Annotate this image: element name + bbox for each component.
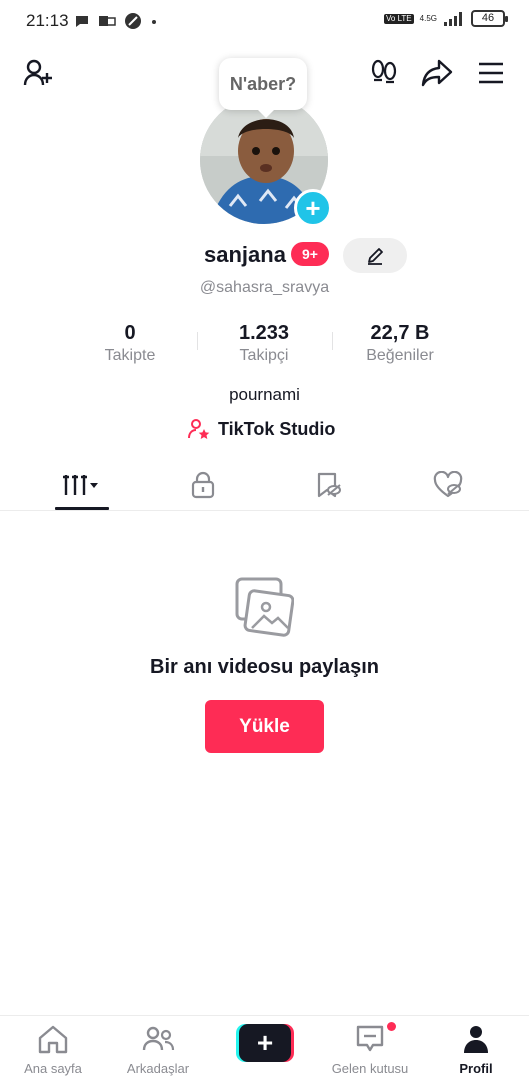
status-notification-icons <box>74 12 158 30</box>
user-handle: @sahasra_sravya <box>199 279 330 296</box>
dot-icon <box>152 20 156 24</box>
status-note-text: N'aber? <box>229 73 297 94</box>
lock-icon <box>191 471 215 499</box>
footprints-button[interactable] <box>366 55 402 91</box>
status-bar: 21:13 Vo LTE 4.5G 46 <box>0 0 529 42</box>
bookmark-hidden-icon <box>317 472 341 498</box>
profile-name-row: sanjana 9+ <box>0 238 529 273</box>
edit-profile-button[interactable] <box>343 238 407 273</box>
nav-home-label: Ana sayfa <box>24 1061 82 1076</box>
footprints-icon <box>371 59 397 84</box>
stat-following[interactable]: 0 Takipte <box>60 322 200 365</box>
hamburger-menu-icon <box>479 62 503 84</box>
stat-followers-label: Takipçi <box>239 347 289 364</box>
profile-icon <box>464 1026 488 1053</box>
nav-profile-label: Profil <box>459 1061 493 1076</box>
home-icon <box>38 1025 68 1054</box>
add-friend-button[interactable] <box>20 55 56 91</box>
pencil-icon <box>368 247 383 265</box>
compass-icon <box>125 13 141 29</box>
username: sanjana <box>204 242 286 267</box>
create-plus-icon: + <box>239 1024 291 1062</box>
stat-followers-value: 1.233 <box>238 322 290 344</box>
add-story-button[interactable]: + <box>294 189 332 227</box>
stat-following-label: Takipte <box>104 347 156 364</box>
video-grid-dropdown-icon <box>63 475 98 495</box>
nav-home[interactable]: Ana sayfa <box>3 1024 103 1076</box>
add-user-icon <box>23 59 52 86</box>
nav-friends-label: Arkadaşlar <box>126 1061 190 1076</box>
volte-icon: Vo LTE <box>384 13 414 24</box>
menu-button[interactable] <box>473 55 509 91</box>
stat-following-value: 0 <box>124 322 136 344</box>
tab-private[interactable] <box>137 460 269 510</box>
battery-icon: 46 <box>471 10 508 27</box>
bottom-nav: Ana sayfa Arkadaşlar + Gelen kutusu Prof… <box>0 1015 529 1080</box>
profile-stats: 0 Takipte 1.233 Takipçi 22,7 B Beğeniler <box>60 322 480 372</box>
studio-label: TikTok Studio <box>218 418 336 439</box>
notification-badge[interactable]: 9+ <box>291 242 329 266</box>
content-tabs <box>0 460 529 511</box>
empty-state-title: Bir anı videosu paylaşın <box>150 656 379 678</box>
nav-friends[interactable]: Arkadaşlar <box>108 1024 208 1076</box>
photo-placeholder-icon <box>234 576 295 643</box>
chat-bubble-icon <box>76 16 88 27</box>
status-right: Vo LTE 4.5G 46 <box>384 10 508 27</box>
network-type: 4.5G <box>419 14 437 23</box>
stat-followers[interactable]: 1.233 Takipçi <box>194 322 334 365</box>
tiktok-studio-link[interactable]: TikTok Studio <box>188 418 335 440</box>
stat-likes-value: 22,7 B <box>370 322 430 344</box>
signal-icon <box>444 11 462 26</box>
create-button[interactable]: + <box>236 1024 294 1062</box>
tab-saved[interactable] <box>262 460 394 510</box>
status-time: 21:13 <box>26 11 69 30</box>
stat-likes[interactable]: 22,7 B Beğeniler <box>330 322 470 365</box>
inbox-icon <box>356 1025 384 1052</box>
tab-liked[interactable] <box>382 460 514 510</box>
plus-icon: + <box>305 193 321 223</box>
profile-bio: pournami <box>229 385 300 404</box>
nav-inbox[interactable]: Gelen kutusu <box>320 1024 420 1076</box>
studio-user-star-icon <box>188 419 210 439</box>
share-profile-button[interactable] <box>419 55 455 91</box>
upload-button[interactable]: Yükle <box>205 700 324 753</box>
inbox-notification-dot <box>387 1022 396 1031</box>
tab-videos[interactable] <box>16 460 148 510</box>
nav-inbox-label: Gelen kutusu <box>331 1061 409 1076</box>
heart-hidden-icon <box>433 471 463 498</box>
nav-profile[interactable]: Profil <box>426 1024 526 1076</box>
friends-icon <box>142 1026 175 1051</box>
status-note-bubble[interactable]: N'aber? <box>219 58 307 118</box>
stat-likes-label: Beğeniler <box>366 347 434 364</box>
share-arrow-icon <box>421 59 453 87</box>
outlook-icon <box>99 16 116 26</box>
active-tab-indicator <box>55 507 109 510</box>
